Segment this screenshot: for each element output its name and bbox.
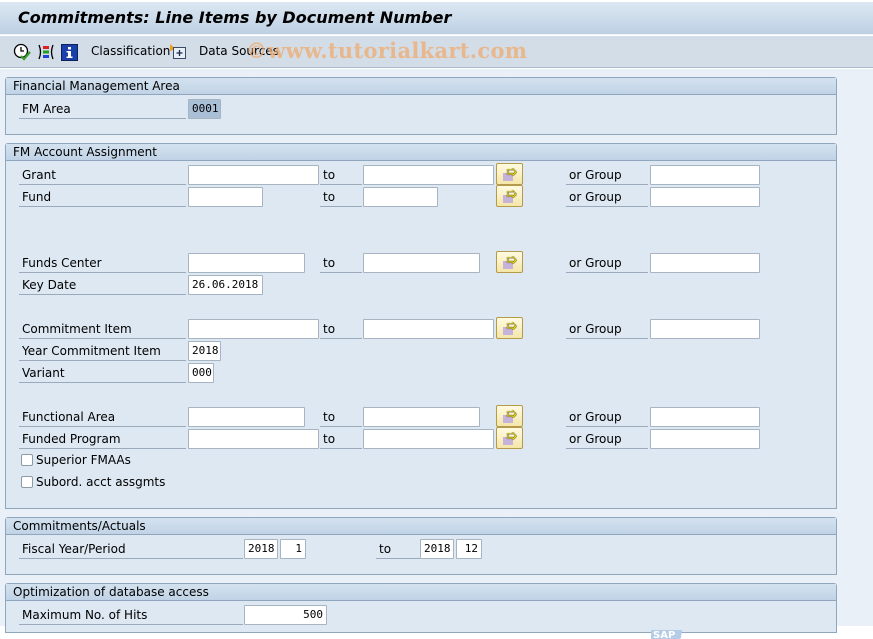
funded-program-to-input[interactable]: [363, 429, 494, 449]
group-fm-account-assignment: FM Account Assignment Grant to ➯ or Grou…: [5, 143, 837, 509]
data-sources-icon-button[interactable]: [170, 43, 187, 61]
superior-fmaas-label: Superior FMAAs: [36, 453, 131, 467]
group-commitments-actuals: Commitments/Actuals Fiscal Year/Period 2…: [5, 517, 837, 575]
year-commitment-item-input[interactable]: 2018: [188, 341, 221, 361]
commitment-item-multiple-selection-button[interactable]: ➯: [496, 317, 523, 339]
from-fiscal-year-input[interactable]: 2018: [244, 539, 278, 559]
funded-program-from-input[interactable]: [188, 429, 319, 449]
commitment-item-label: Commitment Item: [19, 319, 186, 339]
classification-button[interactable]: Classification: [91, 44, 170, 58]
fund-to-label: to: [320, 187, 362, 207]
grant-to-label: to: [320, 165, 362, 185]
key-date-label: Key Date: [19, 275, 186, 295]
fund-label: Fund: [19, 187, 186, 207]
grant-to-input[interactable]: [363, 165, 494, 185]
functional-area-to-input[interactable]: [363, 407, 480, 427]
group-title: Optimization of database access: [6, 584, 836, 601]
group-title: Financial Management Area: [6, 78, 836, 95]
info-button[interactable]: [61, 43, 78, 61]
group-title: FM Account Assignment: [6, 144, 836, 161]
selection-screen: Financial Management Area FM Area 0001 F…: [0, 69, 873, 633]
commitment-item-from-input[interactable]: [188, 319, 319, 339]
funds-center-to-label: to: [320, 253, 362, 273]
grant-label: Grant: [19, 165, 186, 185]
fm-area-input[interactable]: 0001: [188, 99, 221, 119]
commitment-item-to-label: to: [320, 319, 362, 339]
arrow-right-icon: ➯: [506, 407, 517, 422]
subord-acct-assgmts-label: Subord. acct assgmts: [36, 475, 166, 489]
funded-program-multiple-selection-button[interactable]: ➯: [496, 427, 523, 449]
group-title: Commitments/Actuals: [6, 518, 836, 535]
funded-program-to-label: to: [320, 429, 362, 449]
grant-from-input[interactable]: [188, 165, 319, 185]
funds-center-multiple-selection-button[interactable]: ➯: [496, 251, 523, 273]
group-fm-area: Financial Management Area FM Area 0001: [5, 77, 837, 135]
fiscal-year-period-label: Fiscal Year/Period: [19, 539, 243, 559]
commitment-item-to-input[interactable]: [363, 319, 494, 339]
fund-group-input[interactable]: [650, 187, 760, 207]
funds-center-group-input[interactable]: [650, 253, 760, 273]
funds-center-label: Funds Center: [19, 253, 186, 273]
group-optimization: Optimization of database access Maximum …: [5, 583, 837, 633]
variant-input[interactable]: 000: [188, 363, 214, 383]
functional-area-or-group-label: or Group: [566, 407, 648, 427]
multi-select-icon: [38, 44, 54, 60]
fund-from-input[interactable]: [188, 187, 263, 207]
funded-program-label: Funded Program: [19, 429, 186, 449]
arrow-right-icon: ➯: [506, 429, 517, 444]
funded-program-group-input[interactable]: [650, 429, 760, 449]
variant-label: Variant: [19, 363, 186, 383]
functional-area-group-input[interactable]: [650, 407, 760, 427]
to-fiscal-year-input[interactable]: 2018: [420, 539, 454, 559]
funds-center-to-input[interactable]: [363, 253, 480, 273]
fund-or-group-label: or Group: [566, 187, 648, 207]
clock-check-icon: [13, 43, 31, 61]
selection-options-button[interactable]: [37, 43, 55, 61]
arrow-right-icon: ➯: [506, 165, 517, 180]
year-commitment-item-label: Year Commitment Item: [19, 341, 186, 361]
sap-logo: SAP: [651, 630, 691, 639]
subord-acct-assgmts-checkbox[interactable]: [21, 476, 33, 488]
grant-multiple-selection-button[interactable]: ➯: [496, 163, 523, 185]
commitment-item-or-group-label: or Group: [566, 319, 648, 339]
grant-or-group-label: or Group: [566, 165, 648, 185]
functional-area-from-input[interactable]: [188, 407, 305, 427]
arrow-right-icon: ➯: [506, 187, 517, 202]
fund-multiple-selection-button[interactable]: ➯: [496, 185, 523, 207]
maximum-hits-input[interactable]: 500: [244, 605, 327, 625]
execute-button[interactable]: [13, 43, 31, 61]
title-bar: Commitments: Line Items by Document Numb…: [0, 2, 873, 35]
watermark: ©www.tutorialkart.com: [246, 38, 528, 63]
to-period-input[interactable]: 12: [456, 539, 482, 559]
arrow-right-icon: ➯: [506, 319, 517, 334]
funds-center-from-input[interactable]: [188, 253, 305, 273]
functional-area-to-label: to: [320, 407, 362, 427]
arrow-right-icon: ➯: [506, 253, 517, 268]
page-title: Commitments: Line Items by Document Numb…: [18, 8, 452, 27]
key-date-input[interactable]: 26.06.2018: [188, 275, 263, 295]
fiscal-to-label: to: [376, 539, 420, 559]
fm-area-label: FM Area: [19, 99, 186, 119]
grant-group-input[interactable]: [650, 165, 760, 185]
funds-center-or-group-label: or Group: [566, 253, 648, 273]
functional-area-label: Functional Area: [19, 407, 186, 427]
funded-program-or-group-label: or Group: [566, 429, 648, 449]
fund-to-input[interactable]: [363, 187, 438, 207]
info-icon: [61, 43, 78, 61]
from-period-input[interactable]: 1: [280, 539, 306, 559]
superior-fmaas-checkbox[interactable]: [21, 454, 33, 466]
functional-area-multiple-selection-button[interactable]: ➯: [496, 405, 523, 427]
maximum-hits-label: Maximum No. of Hits: [19, 605, 243, 625]
data-sources-icon: [170, 44, 186, 59]
commitment-item-group-input[interactable]: [650, 319, 760, 339]
